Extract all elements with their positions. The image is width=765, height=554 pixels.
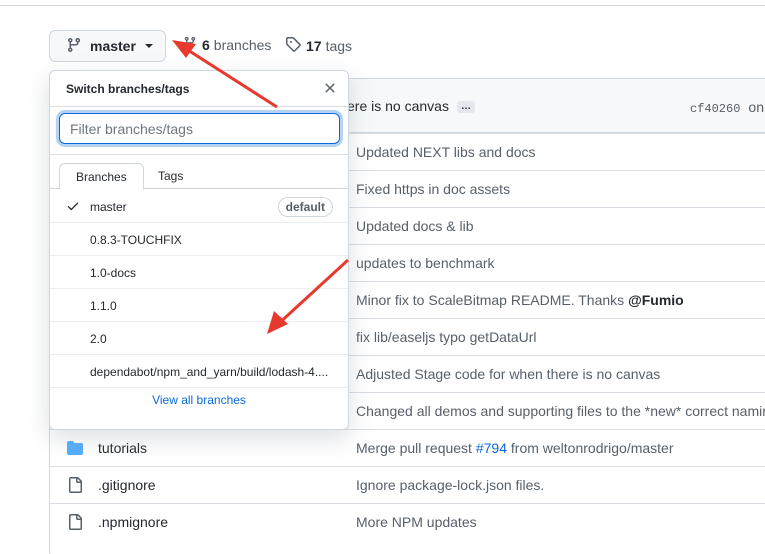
tags-label: tags (325, 37, 353, 54)
top-divider (0, 5, 765, 6)
tags-count: 17 (306, 37, 322, 54)
dropdown-title: Switch branches/tags (66, 82, 190, 96)
branch-item-label: 1.0-docs (90, 266, 137, 280)
file-name-link[interactable]: tutorials (98, 440, 147, 456)
commit-message-link[interactable]: Updated docs & lib (356, 218, 474, 234)
table-row: .gitignore Ignore package-lock.json files… (50, 466, 765, 503)
dropdown-tabs: Branches Tags (50, 155, 348, 190)
branch-item[interactable]: master default (50, 190, 348, 223)
branches-label: branches (213, 36, 272, 53)
commit-message-link[interactable]: Fixed https in doc assets (356, 181, 510, 197)
user-mention-link[interactable]: @Fumio (628, 292, 684, 308)
commit-message-link[interactable]: updates to benchmark (356, 255, 495, 271)
commit-date: on 2 (748, 99, 765, 115)
table-row: .npmignore More NPM updates (50, 503, 765, 540)
branch-item[interactable]: 2.0 (50, 322, 348, 355)
commit-message-text: from weltonrodrigo/master (507, 440, 674, 456)
pull-request-link[interactable]: #794 (476, 440, 507, 456)
git-branch-icon (66, 37, 90, 56)
branch-item-label: 1.1.0 (90, 299, 117, 313)
commit-sha: cf40260 (690, 102, 741, 116)
tag-icon (285, 36, 306, 55)
commit-sha-link[interactable]: cf40260 on 2 (690, 99, 765, 116)
dropdown-header: Switch branches/tags (50, 71, 348, 107)
commit-message-text: Merge pull request (356, 440, 476, 456)
branch-item[interactable]: 1.0-docs (50, 256, 348, 289)
commit-message-link[interactable]: Updated NEXT libs and docs (356, 144, 536, 160)
file-icon (67, 477, 83, 496)
tab-branches[interactable]: Branches (59, 163, 144, 190)
git-branch-icon (183, 36, 202, 53)
commit-message-text: Minor fix to ScaleBitmap README. Thanks (356, 292, 629, 308)
branch-item[interactable]: 1.1.0 (50, 289, 348, 322)
latest-commit-message[interactable]: ere is no canvas … (347, 98, 475, 114)
commit-message-link[interactable]: Merge pull request #794 from weltonrodri… (356, 440, 674, 456)
file-name-link[interactable]: .npmignore (98, 514, 168, 530)
view-all-branches-link[interactable]: View all branches (50, 393, 348, 407)
branches-count: 6 (202, 36, 210, 53)
caret-down-icon (144, 44, 153, 48)
table-row: tutorials Merge pull request #794 from we… (50, 429, 765, 466)
branches-link[interactable]: 6 branches (183, 36, 271, 53)
commit-message-link[interactable]: Minor fix to ScaleBitmap README. Thanks … (356, 292, 684, 308)
branch-item[interactable]: 0.8.3-TOUCHFIX (50, 223, 348, 256)
filter-branches-input[interactable] (59, 113, 340, 144)
default-badge: default (277, 197, 333, 217)
branch-item[interactable]: dependabot/npm_and_yarn/build/lodash-4..… (50, 355, 348, 388)
expand-commit-button[interactable]: … (456, 101, 475, 114)
tab-tags[interactable]: Tags (142, 163, 199, 190)
commit-message-link[interactable]: Adjusted Stage code for when there is no… (356, 366, 660, 382)
folder-icon (67, 440, 83, 459)
commit-message-link[interactable]: Changed all demos and supporting files t… (356, 403, 765, 419)
commit-message-link[interactable]: More NPM updates (356, 514, 477, 530)
branch-name: master (90, 38, 136, 54)
commit-message-link[interactable]: fix lib/easeljs typo getDataUrl (356, 329, 537, 345)
tags-link[interactable]: 17 tags (285, 36, 352, 55)
commit-message-link[interactable]: Ignore package-lock.json files. (356, 477, 544, 493)
filter-section (50, 107, 348, 155)
branch-item-label: dependabot/npm_and_yarn/build/lodash-4..… (90, 365, 329, 379)
branch-select-button[interactable]: master (49, 30, 166, 62)
file-icon (67, 514, 83, 533)
file-name-link[interactable]: .gitignore (98, 477, 156, 493)
latest-commit-text: ere is no canvas (347, 98, 449, 114)
close-icon[interactable] (322, 80, 338, 96)
branch-item-label: 0.8.3-TOUCHFIX (90, 233, 182, 247)
check-icon (66, 199, 80, 216)
branch-item-label: 2.0 (90, 332, 107, 346)
branch-switch-dropdown: Switch branches/tags Branches Tags maste… (49, 70, 349, 430)
